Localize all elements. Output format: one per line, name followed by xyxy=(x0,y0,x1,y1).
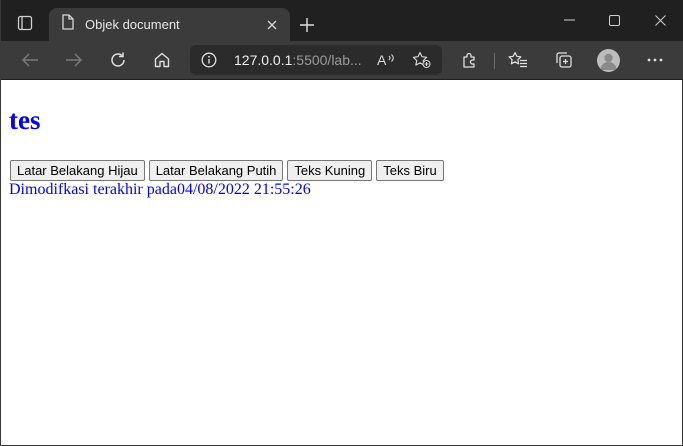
home-button[interactable] xyxy=(147,45,177,75)
white-background-button[interactable]: Latar Belakang Putih xyxy=(148,160,284,181)
tab-actions-button[interactable] xyxy=(11,11,39,39)
forward-icon xyxy=(66,53,83,67)
refresh-icon xyxy=(111,52,125,67)
add-favorite-icon xyxy=(412,51,431,69)
close-icon xyxy=(267,20,277,29)
profile-button[interactable] xyxy=(597,49,620,72)
back-icon xyxy=(21,53,38,67)
back-button[interactable] xyxy=(15,45,45,75)
read-aloud-button[interactable]: A xyxy=(374,49,398,71)
browser-window: Objek document 127.0.0.1:5500/lab... A t… xyxy=(0,0,683,446)
window-close-button[interactable] xyxy=(640,6,680,34)
tab-actions-icon xyxy=(17,15,33,36)
title-bar: Objek document xyxy=(1,0,683,41)
new-tab-button[interactable] xyxy=(293,12,321,38)
last-modified-label: Dimodifkasi terakhir pada xyxy=(9,181,177,198)
window-close-icon xyxy=(654,14,666,26)
plus-icon xyxy=(300,18,314,32)
home-icon xyxy=(154,52,170,68)
page-heading: tes xyxy=(9,105,41,135)
url-host: 127.0.0.1 xyxy=(234,52,293,68)
extensions-button[interactable] xyxy=(455,45,485,75)
forward-button[interactable] xyxy=(59,45,89,75)
tab-close-button[interactable] xyxy=(260,13,284,37)
extensions-icon xyxy=(463,52,475,68)
toolbar-separator xyxy=(494,53,495,69)
last-modified-text: Dimodifkasi terakhir pada04/08/2022 21:5… xyxy=(9,181,311,199)
url-text[interactable]: 127.0.0.1:5500/lab... xyxy=(234,52,362,68)
tab-active[interactable]: Objek document xyxy=(49,8,290,41)
address-bar[interactable]: 127.0.0.1:5500/lab... A xyxy=(190,45,442,75)
blue-text-button[interactable]: Teks Biru xyxy=(376,160,444,181)
refresh-button[interactable] xyxy=(103,45,133,75)
profile-icon xyxy=(600,53,617,70)
yellow-text-button[interactable]: Teks Kuning xyxy=(287,160,373,181)
add-favorite-button[interactable] xyxy=(410,49,434,71)
svg-text:A: A xyxy=(377,52,387,68)
collections-icon xyxy=(556,52,572,68)
favorites-button[interactable] xyxy=(503,45,533,75)
browser-toolbar: 127.0.0.1:5500/lab... A xyxy=(1,41,683,80)
url-path: :5500/lab... xyxy=(292,52,362,68)
minimize-button[interactable] xyxy=(549,6,589,34)
collections-button[interactable] xyxy=(549,45,579,75)
favorites-icon xyxy=(508,51,527,68)
button-row: Latar Belakang Hijau Latar Belakang Puti… xyxy=(10,160,444,181)
page-icon xyxy=(61,14,75,35)
maximize-icon xyxy=(608,14,620,26)
read-aloud-icon: A xyxy=(377,52,394,68)
last-modified-date: 04/08/2022 21:55:26 xyxy=(176,181,311,198)
info-icon[interactable] xyxy=(200,51,218,69)
page-viewport: tes Latar Belakang Hijau Latar Belakang … xyxy=(1,80,682,445)
more-button[interactable] xyxy=(640,45,670,75)
tab-title: Objek document xyxy=(85,17,180,32)
more-icon xyxy=(647,58,663,62)
green-background-button[interactable]: Latar Belakang Hijau xyxy=(10,160,145,181)
maximize-button[interactable] xyxy=(594,6,634,34)
minimize-icon xyxy=(563,19,575,21)
